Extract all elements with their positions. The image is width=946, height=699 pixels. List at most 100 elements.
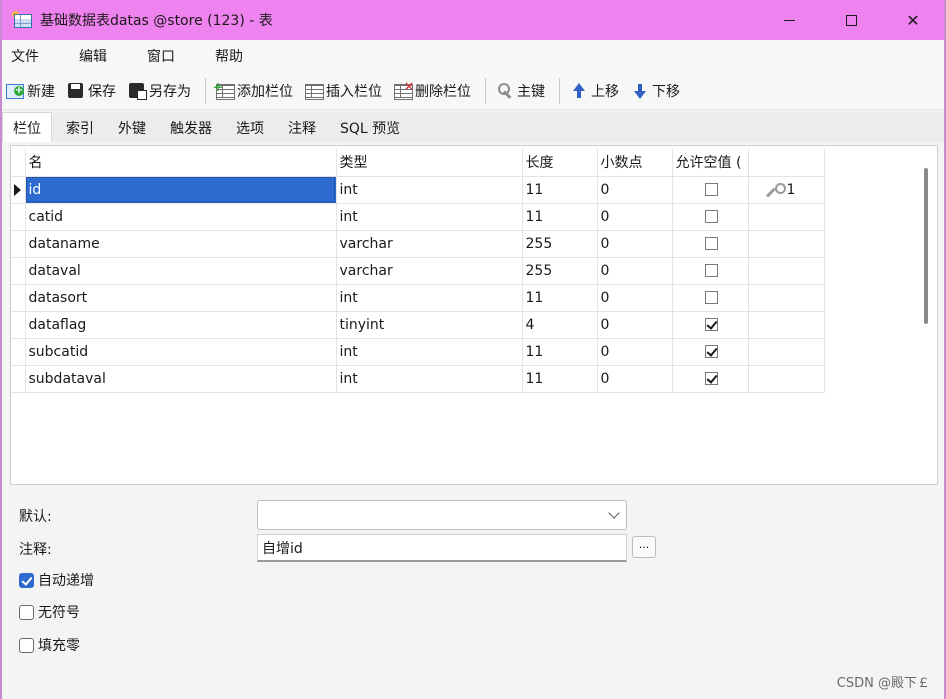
field-key-cell[interactable] [748, 338, 825, 366]
field-decimals-cell[interactable]: 0 [597, 338, 673, 366]
nullable-checkbox[interactable] [704, 264, 718, 277]
field-type-cell[interactable]: tinyint [336, 311, 523, 339]
nullable-checkbox[interactable] [704, 372, 718, 385]
field-length-cell[interactable]: 255 [522, 230, 598, 258]
new-button[interactable]: 新建 [2, 77, 59, 105]
delete-column-button[interactable]: × 删除栏位 [390, 77, 475, 105]
column-header-name[interactable]: 名 [25, 148, 337, 177]
nullable-checkbox[interactable] [704, 345, 718, 358]
field-length-cell[interactable]: 11 [522, 203, 598, 231]
table-row[interactable]: datasort int 11 0 [11, 284, 825, 312]
field-name-cell[interactable]: catid [25, 203, 337, 231]
move-down-button[interactable]: 下移 [627, 77, 684, 105]
field-nullable-cell[interactable] [672, 284, 749, 312]
field-nullable-cell[interactable] [672, 176, 749, 204]
field-type-cell[interactable]: int [336, 176, 523, 204]
field-decimals-cell[interactable]: 0 [597, 284, 673, 312]
field-length-cell[interactable]: 11 [522, 176, 598, 204]
column-header-nullable[interactable]: 允许空值 ( [672, 148, 749, 177]
nullable-checkbox[interactable] [704, 318, 718, 331]
column-header-length[interactable]: 长度 [522, 148, 598, 177]
auto-increment-option[interactable]: 自动递增 [19, 570, 94, 590]
menu-window[interactable]: 窗口 [138, 46, 184, 66]
field-type-cell[interactable]: int [336, 203, 523, 231]
field-decimals-cell[interactable]: 0 [597, 365, 673, 393]
field-name-cell[interactable]: subcatid [25, 338, 337, 366]
table-row[interactable]: catid int 11 0 [11, 203, 825, 231]
field-nullable-cell[interactable] [672, 257, 749, 285]
field-decimals-cell[interactable]: 0 [597, 203, 673, 231]
field-nullable-cell[interactable] [672, 311, 749, 339]
field-length-cell[interactable]: 11 [522, 284, 598, 312]
menu-help[interactable]: 帮助 [206, 46, 252, 66]
field-length-cell[interactable]: 11 [522, 338, 598, 366]
field-nullable-cell[interactable] [672, 338, 749, 366]
field-length-cell[interactable]: 4 [522, 311, 598, 339]
field-length-cell[interactable]: 11 [522, 365, 598, 393]
zerofill-checkbox[interactable] [19, 637, 34, 653]
table-row[interactable]: dataflag tinyint 4 0 [11, 311, 825, 339]
table-row[interactable]: subdataval int 11 0 [11, 365, 825, 393]
default-value-dropdown[interactable] [257, 500, 627, 530]
field-name-cell[interactable]: datasort [25, 284, 337, 312]
tab-indexes[interactable]: 索引 [56, 114, 104, 142]
field-key-cell[interactable] [748, 230, 825, 258]
minimize-button[interactable] [758, 0, 820, 40]
field-key-cell[interactable] [748, 365, 825, 393]
field-name-cell[interactable]: subdataval [25, 365, 337, 393]
auto-increment-checkbox[interactable] [19, 572, 34, 588]
add-column-button[interactable]: + 添加栏位 [212, 77, 297, 105]
tab-options[interactable]: 选项 [226, 114, 274, 142]
nullable-checkbox[interactable] [704, 183, 718, 196]
field-type-cell[interactable]: int [336, 365, 523, 393]
field-key-cell[interactable]: 1 [748, 176, 825, 204]
comment-input[interactable]: 自增id [257, 534, 627, 562]
save-as-button[interactable]: 另存为 [124, 77, 195, 105]
nullable-checkbox[interactable] [704, 210, 718, 223]
menu-file[interactable]: 文件 [2, 46, 48, 66]
field-name-cell[interactable]: dataflag [25, 311, 337, 339]
primary-key-button[interactable]: 主键 [492, 77, 549, 105]
field-type-cell[interactable]: varchar [336, 230, 523, 258]
save-button[interactable]: 保存 [63, 77, 120, 105]
title-bar[interactable]: 基础数据表datas @store (123) - 表 ✕ [2, 0, 944, 40]
field-decimals-cell[interactable]: 0 [597, 311, 673, 339]
tab-foreign-keys[interactable]: 外键 [108, 114, 156, 142]
nullable-checkbox[interactable] [704, 237, 718, 250]
field-type-cell[interactable]: varchar [336, 257, 523, 285]
table-row[interactable]: dataname varchar 255 0 [11, 230, 825, 258]
field-nullable-cell[interactable] [672, 365, 749, 393]
field-key-cell[interactable] [748, 311, 825, 339]
field-key-cell[interactable] [748, 257, 825, 285]
insert-column-button[interactable]: 插入栏位 [301, 77, 386, 105]
nullable-checkbox[interactable] [704, 291, 718, 304]
unsigned-checkbox[interactable] [19, 604, 34, 620]
table-row[interactable]: subcatid int 11 0 [11, 338, 825, 366]
field-name-cell[interactable]: dataval [25, 257, 337, 285]
tab-sql-preview[interactable]: SQL 预览 [330, 114, 410, 142]
tab-triggers[interactable]: 触发器 [160, 114, 222, 142]
vertical-scrollbar[interactable] [924, 168, 928, 324]
field-nullable-cell[interactable] [672, 203, 749, 231]
zerofill-option[interactable]: 填充零 [19, 635, 80, 655]
field-name-cell[interactable]: dataname [25, 230, 337, 258]
field-decimals-cell[interactable]: 0 [597, 176, 673, 204]
table-row[interactable]: id int 11 0 1 [11, 176, 825, 204]
column-header-decimals[interactable]: 小数点 [597, 148, 673, 177]
tab-fields[interactable]: 栏位 [2, 112, 52, 142]
column-header-type[interactable]: 类型 [336, 148, 523, 177]
field-type-cell[interactable]: int [336, 338, 523, 366]
field-length-cell[interactable]: 255 [522, 257, 598, 285]
field-nullable-cell[interactable] [672, 230, 749, 258]
column-header-key[interactable] [748, 148, 825, 177]
close-button[interactable]: ✕ [882, 0, 944, 40]
field-name-cell[interactable]: id [25, 176, 337, 204]
field-type-cell[interactable]: int [336, 284, 523, 312]
menu-edit[interactable]: 编辑 [70, 46, 116, 66]
field-decimals-cell[interactable]: 0 [597, 230, 673, 258]
move-up-button[interactable]: 上移 [566, 77, 623, 105]
field-decimals-cell[interactable]: 0 [597, 257, 673, 285]
field-key-cell[interactable] [748, 203, 825, 231]
maximize-button[interactable] [820, 0, 882, 40]
field-key-cell[interactable] [748, 284, 825, 312]
